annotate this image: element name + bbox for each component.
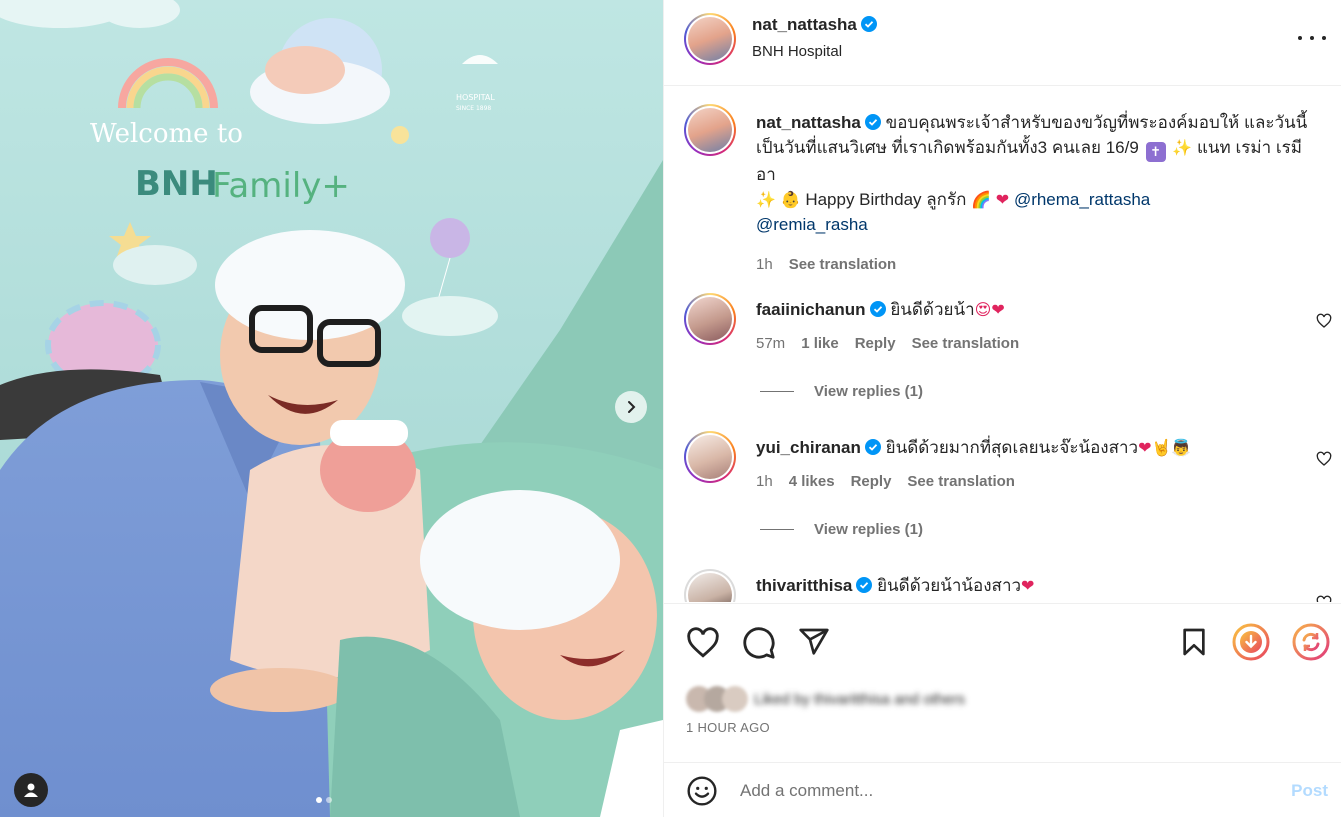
sparkles-emoji: ✨: [1172, 138, 1193, 157]
reply-button[interactable]: Reply: [855, 335, 896, 352]
caption-text: nat_nattasha ขอบคุณพระเจ้าสำหรับของขวัญท…: [756, 110, 1316, 237]
carousel-dots: [316, 797, 332, 803]
welcome-sign: Welcome to: [90, 119, 243, 149]
see-translation-link[interactable]: See translation: [912, 335, 1020, 352]
add-comment-bar: Post: [664, 762, 1341, 817]
comment-body: ยินดีด้วยน้าน้องสาว: [877, 576, 1022, 595]
comment-text: thivaritthisa ยินดีด้วยน้าน้องสาว❤: [756, 573, 1034, 598]
carousel-next-button[interactable]: [615, 391, 647, 423]
caption: nat_nattasha ขอบคุณพระเจ้าสำหรับของขวัญท…: [664, 100, 1341, 300]
brand-sign: BNH: [135, 164, 218, 204]
commenter-avatar[interactable]: [684, 293, 736, 345]
view-replies-button[interactable]: View replies (1): [760, 521, 923, 538]
more-icon: [1298, 36, 1302, 40]
see-translation-link[interactable]: See translation: [789, 256, 897, 273]
comment-meta: 57m 1 like Reply See translation: [756, 335, 1019, 352]
commenter-username[interactable]: yui_chiranan: [756, 438, 861, 457]
verified-badge-icon: [856, 577, 873, 593]
sparkles-emoji: ✨: [756, 190, 776, 209]
tagged-users-button[interactable]: [14, 773, 48, 807]
comment-likes[interactable]: 4 likes: [789, 473, 835, 490]
instagram-post-modal: Welcome to BNH Family+ HOSPITAL SINCE 18…: [0, 0, 1341, 817]
comment-like-heart-icon[interactable]: [1316, 451, 1332, 467]
comment-icon[interactable]: [742, 626, 776, 660]
view-replies-button[interactable]: View replies (1): [760, 383, 923, 400]
comment-text: faaiinichanun ยินดีด้วยน้า😍❤: [756, 297, 1005, 322]
download-icon[interactable]: [1232, 623, 1270, 661]
chevron-right-icon: [628, 401, 636, 413]
author-avatar[interactable]: [684, 13, 736, 65]
carousel-dot-1: [316, 797, 322, 803]
more-options-button[interactable]: [1298, 26, 1326, 50]
view-replies-label: View replies (1): [814, 521, 923, 538]
baby-emoji: 👶: [780, 190, 801, 209]
post-header: nat_nattasha BNH Hospital: [664, 0, 1341, 86]
verified-badge-icon: [864, 114, 881, 130]
reply-button[interactable]: Reply: [851, 473, 892, 490]
comment-emoji: ❤: [1021, 576, 1035, 595]
caption-meta: 1h See translation: [756, 256, 896, 273]
commenter-username[interactable]: thivaritthisa: [756, 576, 852, 595]
likes-summary[interactable]: Liked by thivaritthisa and others: [686, 686, 965, 712]
post-photo[interactable]: Welcome to BNH Family+ HOSPITAL SINCE 18…: [0, 0, 663, 817]
comment-emoji: 😍❤: [974, 300, 1005, 319]
mention-link[interactable]: @remia_rasha: [756, 215, 868, 234]
post-location[interactable]: BNH Hospital: [752, 43, 842, 60]
bookmark-icon[interactable]: [1178, 626, 1210, 658]
verified-badge-icon: [869, 301, 886, 317]
comment-item: thivaritthisa ยินดีด้วยน้าน้องสาว❤: [664, 565, 1341, 602]
caption-time[interactable]: 1h: [756, 256, 773, 273]
comment-like-heart-icon[interactable]: [1316, 313, 1332, 329]
author-username[interactable]: nat_nattasha: [752, 15, 857, 34]
brand-suffix-sign: Family+: [212, 166, 350, 206]
comment-item: faaiinichanun ยินดีด้วยน้า😍❤ 57m 1 like …: [664, 289, 1341, 409]
emoji-icon[interactable]: [686, 775, 718, 807]
comment-likes[interactable]: 1 like: [801, 335, 839, 352]
post-actions-bar: [664, 603, 1341, 683]
comment-input[interactable]: [740, 777, 1260, 805]
liker-avatar: [722, 686, 748, 712]
see-translation-link[interactable]: See translation: [907, 473, 1015, 490]
verified-badge-icon: [864, 439, 881, 455]
comment-text: yui_chiranan ยินดีด้วยมากที่สุดเลยนะจ๊ะน…: [756, 435, 1191, 460]
mention-link[interactable]: @rhema_rattasha: [1014, 190, 1150, 209]
comment-body: ยินดีด้วยน้า: [890, 300, 975, 319]
likes-text[interactable]: Liked by thivaritthisa and others: [754, 691, 965, 708]
heart-emoji: ❤: [995, 190, 1010, 209]
post-time[interactable]: 1 HOUR AGO: [686, 720, 770, 735]
caption-avatar[interactable]: [684, 104, 736, 156]
comment-body: ยินดีด้วยมากที่สุดเลยนะจ๊ะน้องสาว: [885, 438, 1139, 457]
rainbow-emoji: 🌈: [971, 190, 992, 209]
comment-emoji: ❤🤘👼: [1138, 438, 1192, 457]
comment-time[interactable]: 57m: [756, 335, 785, 352]
carousel-dot-2: [326, 797, 332, 803]
since-sign: SINCE 1898: [456, 105, 491, 112]
verified-badge-icon: [860, 16, 877, 32]
comment-item: yui_chiranan ยินดีด้วยมากที่สุดเลยนะจ๊ะน…: [664, 427, 1341, 547]
hospital-sign: HOSPITAL: [456, 93, 495, 102]
repost-icon[interactable]: [1292, 623, 1330, 661]
caption-username[interactable]: nat_nattasha: [756, 113, 861, 132]
commenter-avatar[interactable]: [684, 431, 736, 483]
view-replies-label: View replies (1): [814, 383, 923, 400]
user-tag-icon: [24, 783, 38, 797]
cross-emoji: ✝: [1145, 142, 1166, 162]
photo-scene: Welcome to BNH Family+ HOSPITAL SINCE 18…: [0, 0, 663, 817]
caption-body-3: Happy Birthday ลูกรัก: [805, 190, 967, 209]
commenter-username[interactable]: faaiinichanun: [756, 300, 866, 319]
heart-icon[interactable]: [686, 626, 720, 660]
comment-like-heart-icon[interactable]: [1316, 595, 1332, 602]
commenter-avatar[interactable]: [684, 569, 736, 602]
comments-list[interactable]: nat_nattasha ขอบคุณพระเจ้าสำหรับของขวัญท…: [664, 87, 1341, 602]
comment-time[interactable]: 1h: [756, 473, 773, 490]
comment-meta: 1h 4 likes Reply See translation: [756, 473, 1015, 490]
share-icon[interactable]: [798, 626, 830, 658]
post-side-panel: nat_nattasha BNH Hospital nat_nattasha ข…: [663, 0, 1341, 817]
post-comment-button[interactable]: Post: [1291, 781, 1328, 801]
